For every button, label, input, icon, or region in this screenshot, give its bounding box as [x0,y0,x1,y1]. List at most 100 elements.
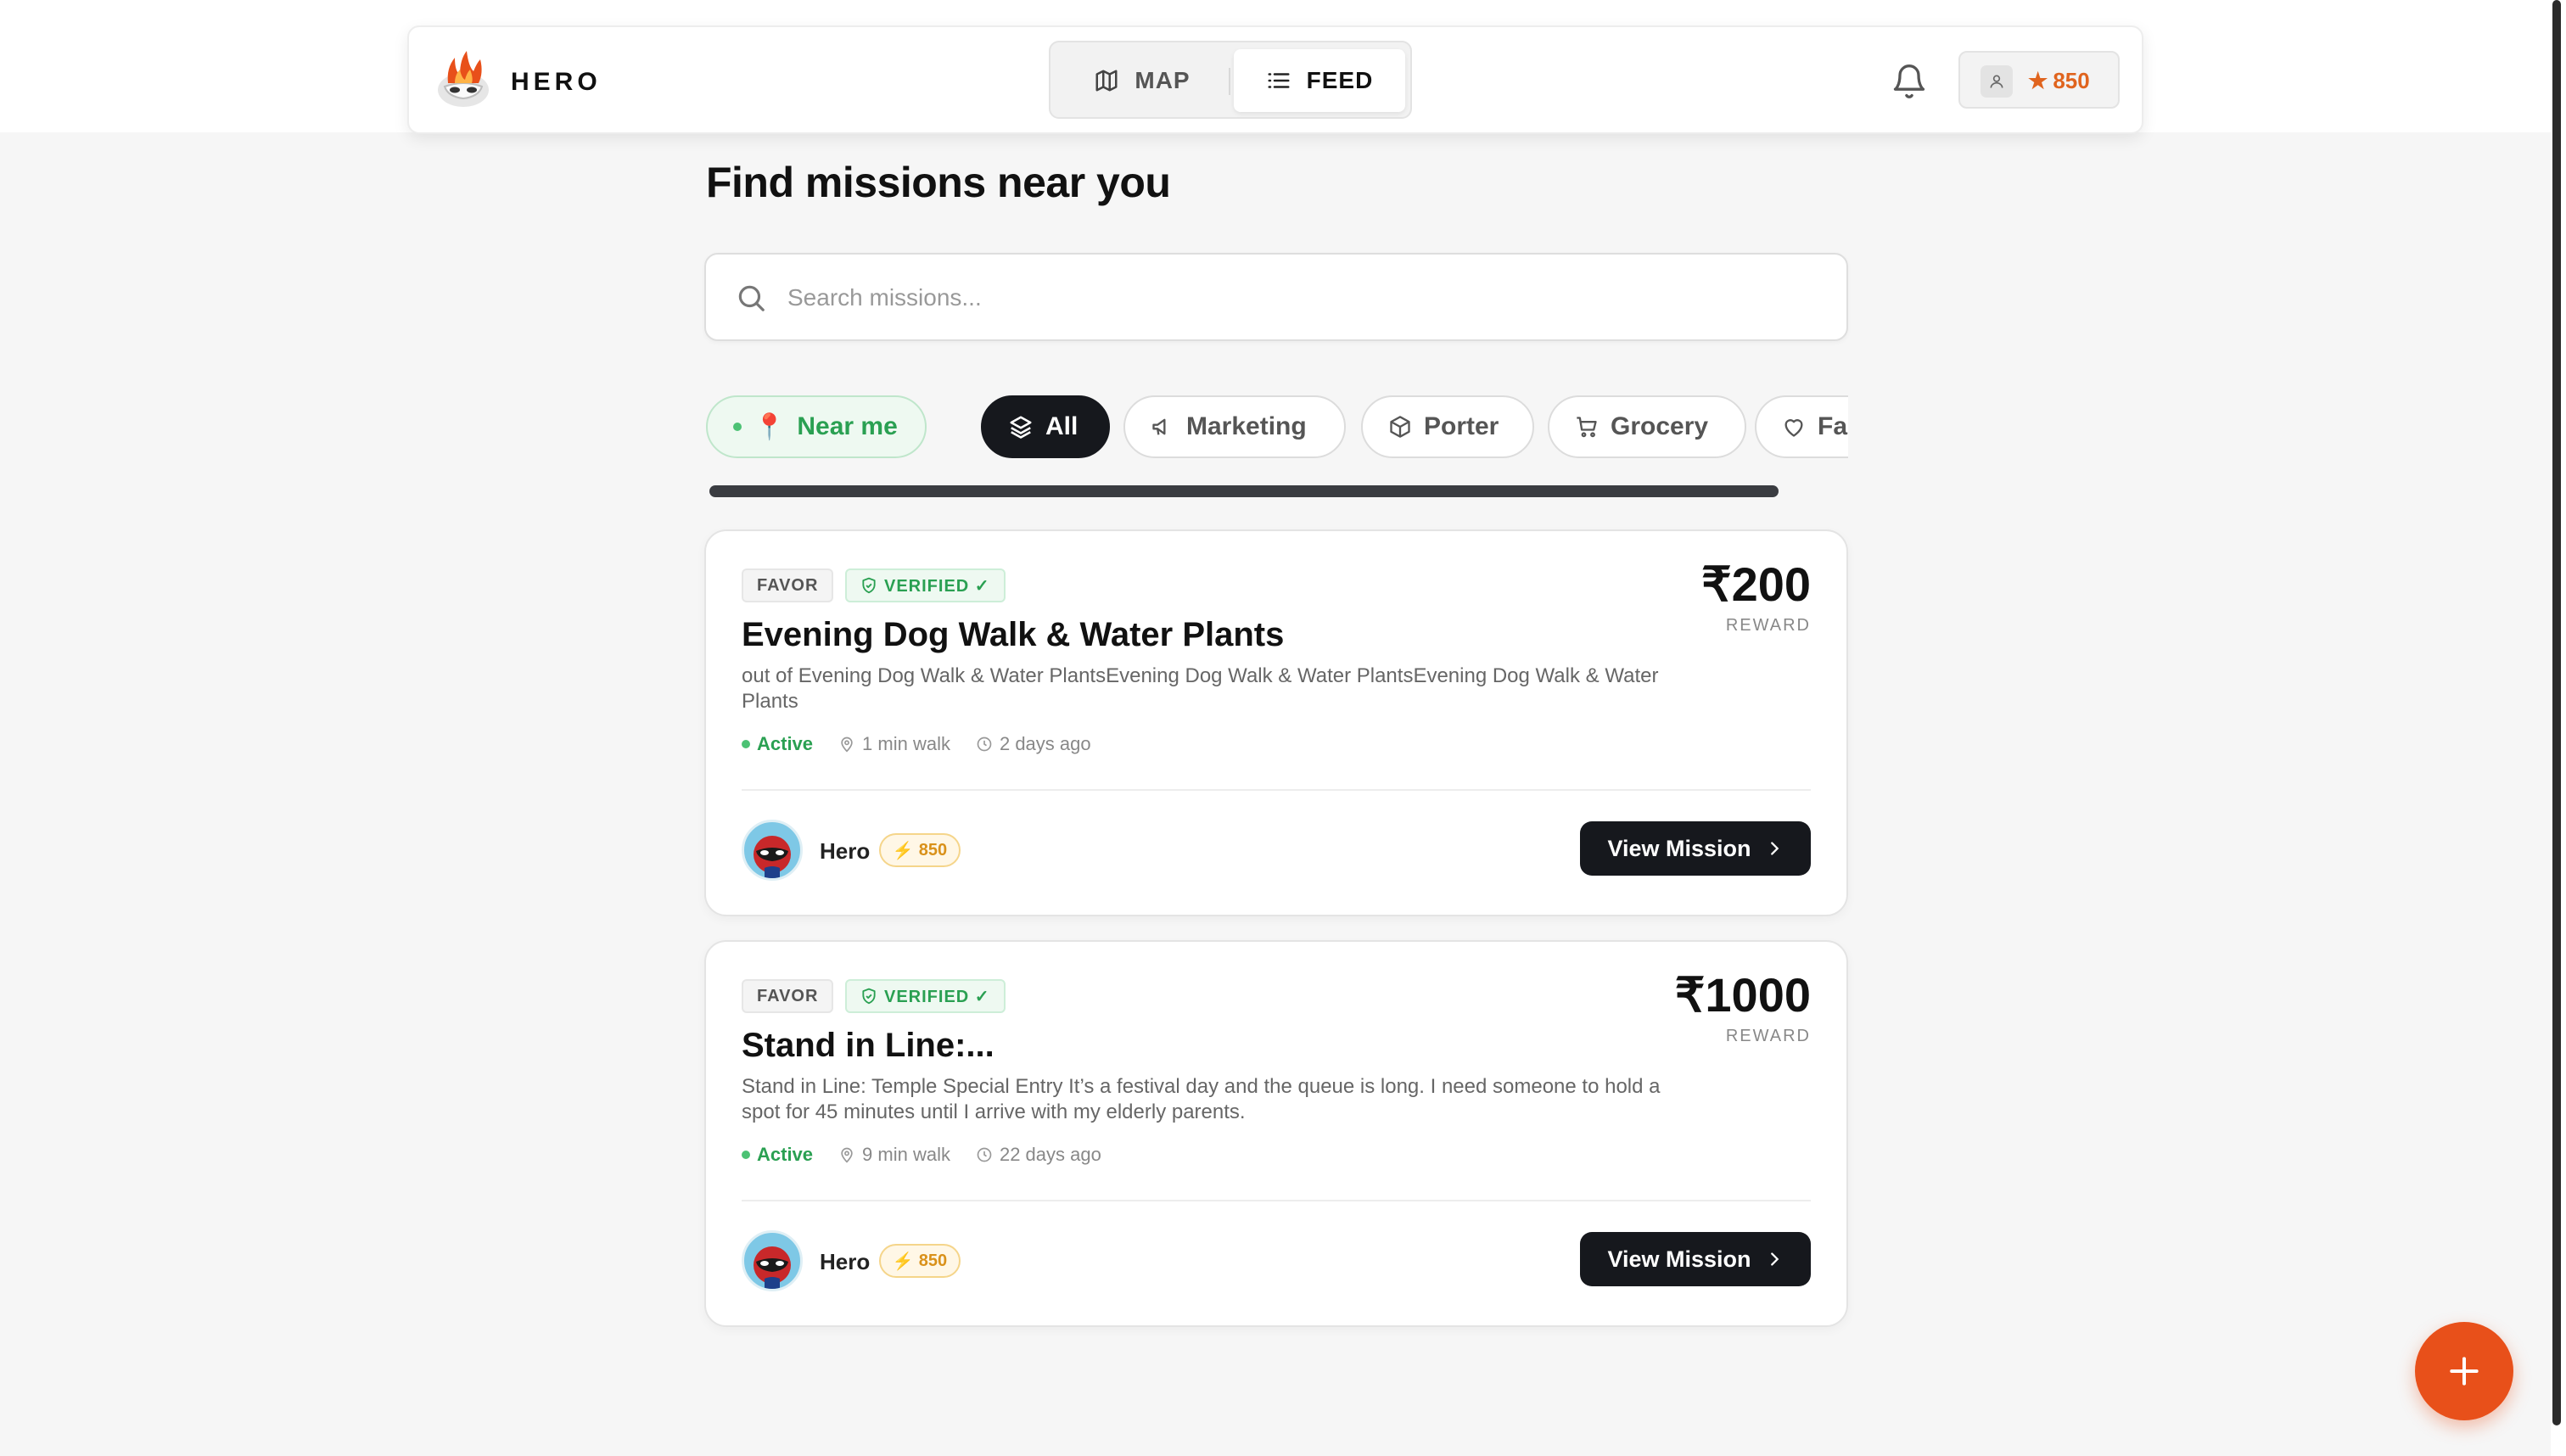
distance-info: 9 min walk [838,1144,950,1166]
view-toggle: MAP FEED [1049,41,1412,119]
status-dot [742,1151,750,1159]
status-text: Active [757,733,814,754]
megaphone-icon [1152,418,1166,435]
filter-label: Grocery [1611,412,1709,440]
star-icon: ★ [2028,68,2048,93]
location-icon [841,1147,853,1163]
hero-avatar-icon [754,1246,791,1289]
chevron-right-icon [1770,842,1779,855]
clock-icon [977,1147,992,1162]
brand-name: HERO [511,68,602,96]
filter-label: Fa [1818,412,1848,440]
reward-label: REWARD [1725,1027,1811,1045]
bolt-icon: ⚡ [892,841,914,860]
mission-meta: Active 9 min walk 22 days ago [742,1144,1101,1166]
poster-points-badge: ⚡ 850 [879,1244,961,1278]
filter-favor[interactable]: Fa [1755,395,1848,458]
mission-card[interactable]: FAVOR VERIFIED ✓ Stand in Line:... Stand… [704,940,1848,1327]
mission-meta: Active 1 min walk 2 days ago [742,733,1091,755]
page-scrollbar-thumb[interactable] [2552,0,2561,1425]
filter-marketing[interactable]: Marketing [1123,395,1346,458]
live-dot [733,423,742,431]
filter-grocery[interactable]: Grocery [1548,395,1746,458]
shield-check-icon [862,577,876,594]
mission-title: Evening Dog Walk & Water Plants [742,616,1285,653]
status-indicator: Active [742,1144,813,1166]
search-icon [738,285,765,311]
user-menu-button[interactable]: ★ 850 [1958,51,2120,109]
location-icon [841,736,853,753]
verified-badge: VERIFIED ✓ [845,979,1006,1013]
card-divider [742,789,1811,791]
filter-porter[interactable]: Porter [1361,395,1534,458]
mission-price: ₹200 [1700,557,1811,611]
distance-text: 9 min walk [862,1144,950,1165]
mission-description: out of Evening Dog Walk & Water PlantsEv… [742,664,1659,713]
status-dot [742,740,750,748]
verified-label: VERIFIED ✓ [884,576,990,596]
plus-icon [2450,1357,2479,1386]
view-mission-label: View Mission [1607,835,1751,861]
user-icon [1981,65,2013,98]
bell-icon[interactable] [1891,63,1928,100]
hero-avatar-icon [754,836,791,878]
view-mission-button[interactable]: View Mission [1580,1232,1811,1286]
mission-card[interactable]: FAVOR VERIFIED ✓ Evening Dog Walk & Wate… [704,529,1848,916]
view-mission-label: View Mission [1607,1246,1751,1272]
category-tag: FAVOR [742,568,834,602]
create-mission-button[interactable] [2415,1322,2513,1420]
category-tag: FAVOR [742,979,834,1013]
time-text: 22 days ago [999,1144,1101,1165]
verified-label: VERIFIED ✓ [884,987,990,1006]
filter-all[interactable]: All [981,395,1110,458]
poster-name: Hero [820,838,871,864]
box-icon [1390,416,1410,438]
status-text: Active [757,1144,814,1165]
cart-icon [1577,417,1597,438]
top-navbar: HERO MAP FEED ★ 850 [407,25,2143,134]
page-title: Find missions near you [706,159,1171,206]
card-divider [742,1200,1811,1201]
verified-badge: VERIFIED ✓ [845,568,1006,602]
tab-map-label: MAP [1135,67,1191,93]
filter-near-me[interactable]: 📍 Near me [706,395,927,458]
user-points-value: 850 [2053,68,2090,93]
map-icon [1095,70,1118,92]
distance-info: 1 min walk [838,733,950,755]
status-indicator: Active [742,733,813,755]
poster-points: 850 [918,1251,948,1270]
filter-label: Marketing [1186,412,1307,440]
tab-map[interactable]: MAP [1057,49,1227,112]
filter-label: Near me [797,412,898,440]
mission-description: Stand in Line: Temple Special Entry It’s… [742,1075,1661,1123]
hero-logo-icon[interactable] [434,49,492,110]
heart-icon [1784,419,1803,437]
clock-icon [977,736,992,752]
poster-name: Hero [820,1249,871,1274]
filter-chips: 📍 Near me All Marketing Porter Grocery F… [704,394,1848,460]
time-text: 2 days ago [999,733,1091,754]
chevron-right-icon [1770,1252,1779,1266]
pin-icon: 📍 [754,412,786,441]
search-input[interactable] [787,277,1806,319]
view-mission-button[interactable]: View Mission [1580,821,1811,876]
filter-label: Porter [1424,412,1499,440]
reward-label: REWARD [1725,616,1811,635]
user-points: ★ 850 [2028,68,2090,94]
search-bar [704,253,1848,341]
bolt-icon: ⚡ [892,1252,914,1271]
avatar[interactable] [742,1230,803,1291]
tab-feed[interactable]: FEED [1234,49,1405,112]
shield-check-icon [862,988,876,1005]
tab-feed-label: FEED [1306,67,1374,93]
filter-scrollbar[interactable] [709,485,1779,497]
time-info: 2 days ago [976,733,1091,755]
poster-points-badge: ⚡ 850 [879,833,961,867]
filter-label: All [1045,412,1079,440]
avatar[interactable] [742,820,803,881]
toggle-divider [1229,68,1230,95]
mission-price: ₹1000 [1674,968,1811,1022]
time-info: 22 days ago [976,1144,1101,1166]
mission-title: Stand in Line:... [742,1027,994,1064]
list-icon [1268,73,1290,88]
